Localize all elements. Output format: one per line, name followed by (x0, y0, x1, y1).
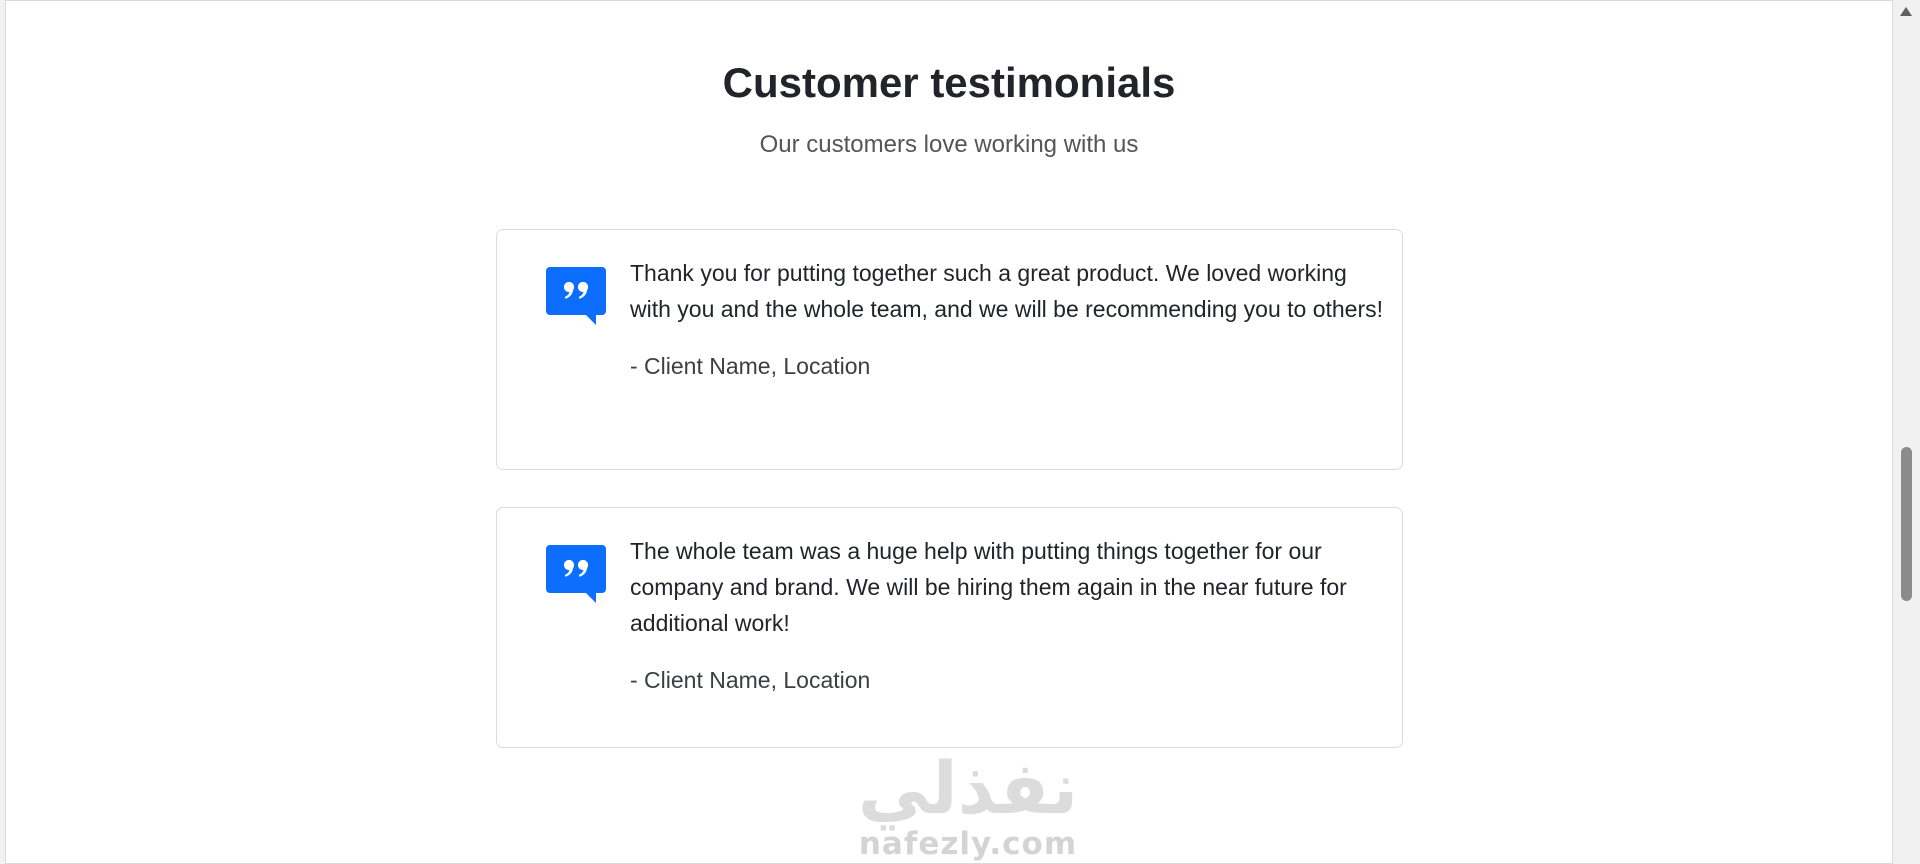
testimonial-content: The whole team was a huge help with putt… (630, 533, 1390, 696)
page-title: Customer testimonials (722, 59, 1176, 106)
watermark-domain: nafezly.com (858, 826, 1078, 862)
quote-icon (546, 545, 606, 603)
testimonial-author: - Client Name, Location (630, 667, 871, 693)
testimonial-card: Thank you for putting together such a gr… (496, 229, 1403, 470)
testimonial-author: - Client Name, Location (630, 353, 871, 379)
watermark-arabic-text: نفذلي (857, 746, 1080, 830)
testimonial-text: The whole team was a huge help with putt… (630, 538, 1347, 636)
testimonial-card: The whole team was a huge help with putt… (496, 507, 1403, 748)
scroll-up-arrow-icon[interactable] (1900, 7, 1912, 16)
testimonial-content: Thank you for putting together such a gr… (630, 255, 1390, 382)
vertical-scrollbar[interactable] (1893, 0, 1920, 864)
nafezly-watermark: نفذلي nafezly.com (841, 746, 1095, 863)
testimonial-text: Thank you for putting together such a gr… (630, 260, 1384, 322)
testimonials-header: Customer testimonials Our customers love… (6, 59, 1892, 159)
quote-icon (546, 267, 606, 325)
page-subtitle: Our customers love working with us (759, 131, 1139, 158)
scrollbar-thumb[interactable] (1901, 447, 1912, 601)
page-frame: Customer testimonials Our customers love… (5, 0, 1893, 864)
